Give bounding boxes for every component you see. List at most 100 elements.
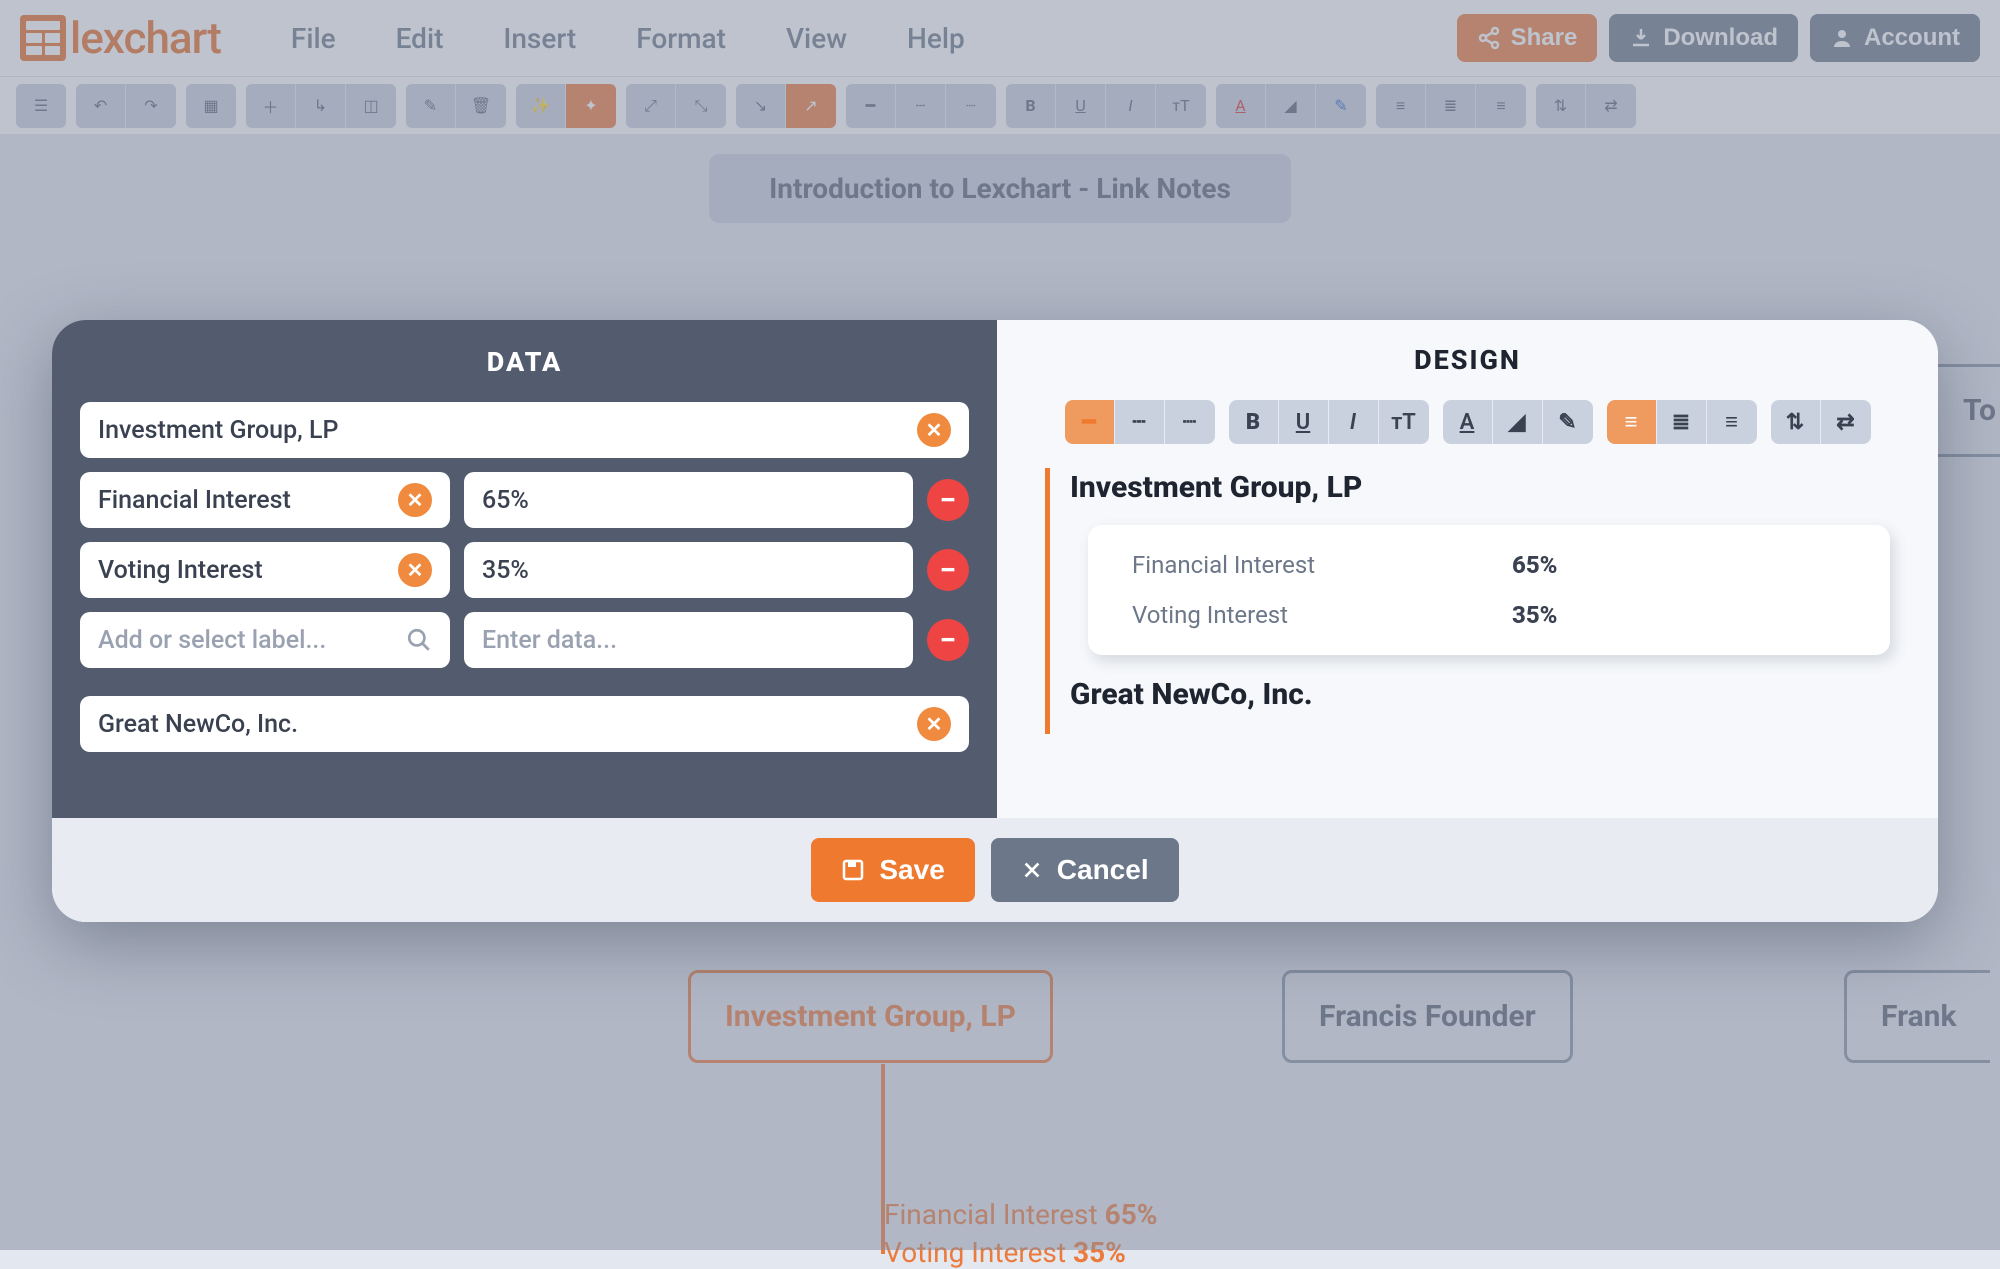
- line-solid-icon[interactable]: ━: [846, 84, 896, 128]
- align-right-icon[interactable]: ≡: [1707, 400, 1757, 444]
- bold-icon[interactable]: B: [1006, 84, 1056, 128]
- node-investment-group[interactable]: Investment Group, LP: [688, 970, 1053, 1063]
- align-center-icon[interactable]: ≣: [1426, 84, 1476, 128]
- sort-icon[interactable]: ⇅: [1536, 84, 1586, 128]
- remove-row-1-button[interactable]: −: [927, 549, 969, 591]
- italic-icon[interactable]: I: [1329, 400, 1379, 444]
- preview-target: Great NewCo, Inc.: [1070, 677, 1890, 712]
- menu-edit[interactable]: Edit: [396, 22, 444, 55]
- logo-icon: [20, 15, 66, 61]
- remove-new-row-button[interactable]: −: [927, 619, 969, 661]
- line-dotted-icon[interactable]: ┈: [1165, 400, 1215, 444]
- clear-label-1-icon[interactable]: ✕: [398, 553, 432, 587]
- highlight-icon[interactable]: ◢: [1493, 400, 1543, 444]
- add-box-icon[interactable]: ＋: [246, 84, 296, 128]
- node-francis[interactable]: Francis Founder: [1282, 970, 1573, 1063]
- source-entity-value: Investment Group, LP: [98, 416, 338, 445]
- line-dashed-icon[interactable]: ┄: [1115, 400, 1165, 444]
- logo[interactable]: lexchart: [20, 12, 221, 64]
- textcolor-icon[interactable]: A: [1216, 84, 1266, 128]
- bordercolor-icon[interactable]: ✎: [1316, 84, 1366, 128]
- save-label: Save: [879, 854, 944, 886]
- new-label-field[interactable]: Add or select label...: [80, 612, 450, 668]
- expand-icon[interactable]: ⤢: [626, 84, 676, 128]
- clear-target-icon[interactable]: ✕: [917, 707, 951, 741]
- align-right-icon[interactable]: ≡: [1476, 84, 1526, 128]
- top-bar: lexchart File Edit Insert Format View He…: [0, 0, 2000, 76]
- line-dotted-icon[interactable]: ┈: [946, 84, 996, 128]
- select-icon[interactable]: ◫: [346, 84, 396, 128]
- close-icon: [1021, 859, 1043, 881]
- share-label: Share: [1511, 24, 1578, 52]
- menu-format[interactable]: Format: [636, 22, 726, 55]
- line-dashed-icon[interactable]: ┄: [896, 84, 946, 128]
- collapse-icon[interactable]: ⤡: [676, 84, 726, 128]
- clear-label-0-icon[interactable]: ✕: [398, 483, 432, 517]
- preview-row-1: Voting Interest 35%: [1132, 601, 1846, 629]
- sort-icon[interactable]: ⇅: [1771, 400, 1821, 444]
- label-field-1[interactable]: Voting Interest ✕: [80, 542, 450, 598]
- share-button[interactable]: Share: [1457, 14, 1598, 62]
- preview-row-1-value: 35%: [1512, 601, 1557, 629]
- link-style2-icon[interactable]: ↗: [786, 84, 836, 128]
- pencolor-icon[interactable]: ✎: [1543, 400, 1593, 444]
- remove-row-0-button[interactable]: −: [927, 479, 969, 521]
- add-link-icon[interactable]: ↳: [296, 84, 346, 128]
- value-1-text: 35%: [482, 556, 529, 585]
- wand-alt-icon[interactable]: ✦: [566, 84, 616, 128]
- link-notes-modal: DATA Investment Group, LP ✕ Financial In…: [52, 320, 1938, 922]
- top-actions: Share Download Account: [1457, 14, 1980, 62]
- value-field-1[interactable]: 35%: [464, 542, 913, 598]
- download-button[interactable]: Download: [1609, 14, 1798, 62]
- bold-icon[interactable]: B: [1229, 400, 1279, 444]
- swap-icon[interactable]: ⇄: [1821, 400, 1871, 444]
- link-label-voting: Voting Interest 35%: [884, 1236, 1126, 1269]
- cancel-label: Cancel: [1057, 854, 1149, 886]
- underline-icon[interactable]: U: [1056, 84, 1106, 128]
- align-center-icon[interactable]: ≣: [1657, 400, 1707, 444]
- preview-row-0-label: Financial Interest: [1132, 551, 1512, 579]
- toggle-panel-icon[interactable]: ☰: [16, 84, 66, 128]
- menu-file[interactable]: File: [291, 22, 336, 55]
- source-entity-field[interactable]: Investment Group, LP ✕: [80, 402, 969, 458]
- account-icon: [1830, 26, 1854, 50]
- main-menu: File Edit Insert Format View Help: [291, 22, 965, 55]
- underline-icon[interactable]: U: [1279, 400, 1329, 444]
- undo-icon[interactable]: ↶: [76, 84, 126, 128]
- line-solid-icon[interactable]: ━: [1065, 400, 1115, 444]
- grid-icon[interactable]: ▦: [186, 84, 236, 128]
- align-left-icon[interactable]: ≡: [1376, 84, 1426, 128]
- search-icon[interactable]: [406, 627, 432, 653]
- value-field-0[interactable]: 65%: [464, 472, 913, 528]
- swap-icon[interactable]: ⇄: [1586, 84, 1636, 128]
- clear-source-icon[interactable]: ✕: [917, 413, 951, 447]
- link-style1-icon[interactable]: ↘: [736, 84, 786, 128]
- align-left-icon[interactable]: ≡: [1607, 400, 1657, 444]
- account-label: Account: [1864, 24, 1960, 52]
- new-value-field[interactable]: Enter data...: [464, 612, 913, 668]
- textsize-icon[interactable]: тT: [1156, 84, 1206, 128]
- node-frank[interactable]: Frank: [1844, 970, 1990, 1063]
- new-label-placeholder: Add or select label...: [98, 626, 326, 655]
- delete-icon[interactable]: 🗑: [456, 84, 506, 128]
- textcolor-icon[interactable]: A: [1443, 400, 1493, 444]
- menu-view[interactable]: View: [786, 22, 847, 55]
- preview-row-0-value: 65%: [1512, 551, 1557, 579]
- chart-title[interactable]: Introduction to Lexchart - Link Notes: [709, 154, 1291, 223]
- label-field-0[interactable]: Financial Interest ✕: [80, 472, 450, 528]
- menu-help[interactable]: Help: [907, 22, 965, 55]
- modal-footer: Save Cancel: [52, 818, 1938, 922]
- link-label-financial: Financial Interest 65%: [884, 1198, 1157, 1231]
- textsize-icon[interactable]: тT: [1379, 400, 1429, 444]
- fillcolor-icon[interactable]: ◢: [1266, 84, 1316, 128]
- new-value-placeholder: Enter data...: [482, 626, 617, 655]
- edit-icon[interactable]: ✎: [406, 84, 456, 128]
- account-button[interactable]: Account: [1810, 14, 1980, 62]
- target-entity-field[interactable]: Great NewCo, Inc. ✕: [80, 696, 969, 752]
- redo-icon[interactable]: ↷: [126, 84, 176, 128]
- save-button[interactable]: Save: [811, 838, 974, 902]
- cancel-button[interactable]: Cancel: [991, 838, 1179, 902]
- italic-icon[interactable]: I: [1106, 84, 1156, 128]
- wand-icon[interactable]: ✨: [516, 84, 566, 128]
- menu-insert[interactable]: Insert: [503, 22, 576, 55]
